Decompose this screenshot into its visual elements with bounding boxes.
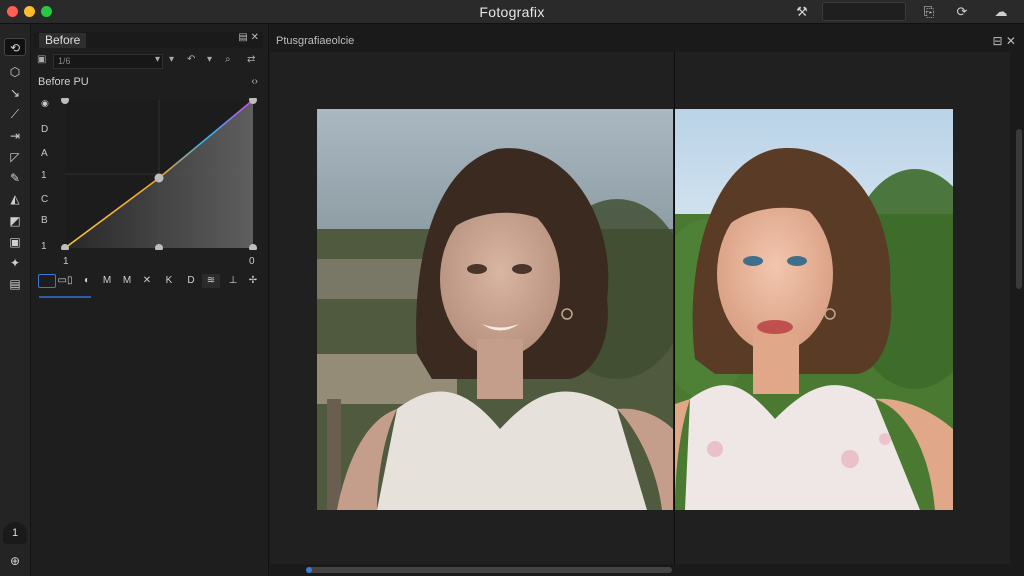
active-tab-indicator bbox=[39, 296, 91, 298]
channel-label: 1 bbox=[41, 170, 47, 181]
curve-control-point[interactable] bbox=[154, 173, 164, 183]
shape-tool-icon[interactable]: ⬡ bbox=[4, 63, 26, 81]
image-viewer: Ptusgrafiaeolcie ⊟ ✕ bbox=[270, 24, 1024, 576]
curve-toolbar: ▭▯ ◐ M M ✕ K D ≋ ⊥ ✢ bbox=[36, 274, 264, 290]
fill-tool-icon[interactable]: ◭ bbox=[4, 190, 26, 208]
curve-title: Before PU bbox=[38, 76, 89, 88]
canvas-area[interactable] bbox=[270, 52, 1010, 564]
lasso-tool-icon[interactable]: ◸ bbox=[4, 148, 26, 166]
compare-icon[interactable]: ⇄ bbox=[247, 54, 255, 65]
cloud-icon[interactable]: ☁ bbox=[992, 3, 1010, 21]
curve-wave-button[interactable]: ≋ bbox=[202, 274, 220, 288]
adjustments-panel: Before ▤ ✕ ▣ 1/6 ▾ ▾ ↶ ▾ ⌕ ⇄ Before PU ‹… bbox=[31, 24, 269, 576]
stamp-tool-icon[interactable]: ✦ bbox=[4, 254, 26, 272]
preset-icon: ▣ bbox=[37, 54, 47, 65]
tool-palette: 1 ⊕ ⟲ ⬡ ↘ ⟋ ⇥ ◸ ✎ ◭ ◩ ▣ ✦ ▤ bbox=[0, 24, 31, 576]
measure-tool-icon[interactable]: ⇥ bbox=[4, 127, 26, 145]
channel-label: 1 bbox=[41, 241, 47, 252]
preset-select[interactable]: 1/6 bbox=[53, 54, 163, 69]
line-tool-icon[interactable]: ⟋ bbox=[4, 105, 26, 123]
panel-tab-icons[interactable]: ▤ ✕ bbox=[238, 32, 259, 43]
curve-move-button[interactable]: ✢ bbox=[244, 274, 262, 288]
channel-label: D bbox=[41, 124, 49, 135]
curve-k-button[interactable]: K bbox=[160, 274, 178, 288]
layer-badge[interactable]: 1 bbox=[3, 522, 27, 544]
brush-tool-icon[interactable]: ✎ bbox=[4, 169, 26, 187]
viewer-title: Ptusgrafiaeolcie bbox=[276, 35, 355, 47]
curve-select-button[interactable] bbox=[38, 274, 56, 288]
curve-m1-button[interactable]: M bbox=[98, 274, 116, 288]
search-input[interactable] bbox=[822, 2, 906, 21]
undo-icon[interactable]: ↶ bbox=[187, 54, 195, 65]
x-axis-min-label: 1 bbox=[63, 256, 69, 267]
tone-curve-graph[interactable] bbox=[61, 98, 257, 250]
horizontal-scrollbar[interactable] bbox=[306, 567, 672, 573]
chevron-down-icon[interactable]: ▾ bbox=[155, 54, 160, 65]
curve-reset-icon[interactable]: ‹› bbox=[251, 76, 258, 87]
title-bar: Fotografix ⚒ ⎘ ⟳ ☁ bbox=[0, 0, 1024, 24]
channel-label: C bbox=[41, 194, 49, 205]
panel-tab-bar: Before ▤ ✕ bbox=[33, 32, 263, 48]
curve-d-button[interactable]: D bbox=[182, 274, 200, 288]
chevron-down-icon[interactable]: ▾ bbox=[207, 54, 212, 65]
sync-icon[interactable]: ⟳ bbox=[953, 3, 971, 21]
viewer-header-icons[interactable]: ⊟ ✕ bbox=[993, 34, 1016, 48]
curve-close-button[interactable]: ✕ bbox=[138, 274, 156, 288]
curve-mode-button[interactable]: ▭▯ bbox=[56, 274, 74, 288]
x-axis-max-label: 0 bbox=[249, 256, 255, 267]
image-tool-icon[interactable]: ▣ bbox=[4, 233, 26, 251]
curve-marker-icon: ◉ bbox=[41, 98, 49, 108]
channel-label: A bbox=[41, 148, 48, 159]
curve-black-point-button[interactable]: ⊥ bbox=[224, 274, 242, 288]
select-tool-icon[interactable]: ↘ bbox=[4, 84, 26, 102]
horizontal-scrollbar-thumb[interactable] bbox=[306, 567, 312, 573]
curve-sample-button[interactable]: ◐ bbox=[78, 274, 96, 288]
curve-m2-button[interactable]: M bbox=[118, 274, 136, 288]
transform-tool-icon[interactable]: ⟲ bbox=[4, 38, 26, 56]
tab-before[interactable]: Before bbox=[39, 33, 87, 48]
search-icon[interactable]: ⌕ bbox=[225, 54, 231, 65]
before-photo bbox=[317, 109, 673, 510]
bag-tool-icon[interactable]: ▤ bbox=[4, 275, 26, 293]
after-photo bbox=[675, 109, 953, 510]
dropdown-arrow-icon[interactable]: ▾ bbox=[169, 54, 174, 65]
share-icon[interactable]: ⎘ bbox=[920, 3, 938, 21]
add-icon[interactable]: ⊕ bbox=[4, 552, 26, 570]
viewer-header: Ptusgrafiaeolcie ⊟ ✕ bbox=[270, 32, 1024, 52]
eraser-tool-icon[interactable]: ◩ bbox=[4, 212, 26, 230]
tools-icon[interactable]: ⚒ bbox=[793, 3, 811, 21]
channel-label: B bbox=[41, 215, 48, 226]
vertical-scrollbar[interactable] bbox=[1016, 129, 1022, 289]
preset-row: ▣ 1/6 ▾ ▾ ↶ ▾ ⌕ ⇄ bbox=[35, 54, 265, 70]
